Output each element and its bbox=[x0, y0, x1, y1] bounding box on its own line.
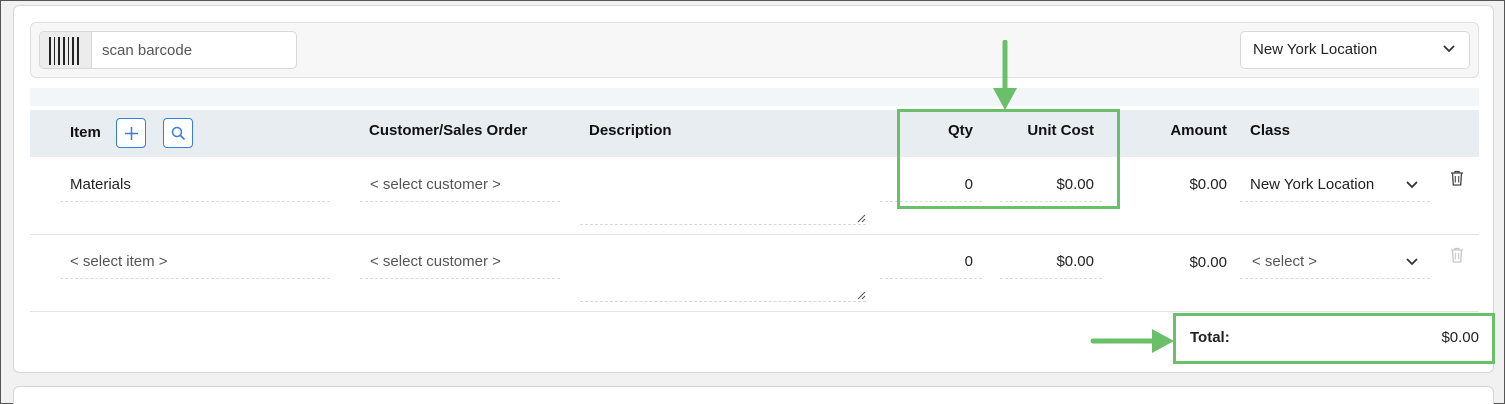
row2-amount: $0.00 bbox=[1189, 254, 1227, 271]
search-item-button[interactable] bbox=[163, 118, 193, 148]
row2-unit-cost[interactable]: $0.00 bbox=[1000, 253, 1094, 270]
chevron-down-icon[interactable] bbox=[1406, 181, 1418, 189]
row2-item-underline bbox=[60, 278, 330, 279]
chevron-down-icon bbox=[1443, 45, 1455, 53]
trash-icon[interactable] bbox=[1450, 170, 1464, 186]
row-divider bbox=[30, 311, 1479, 312]
plus-icon bbox=[125, 127, 138, 140]
row1-item-underline bbox=[60, 201, 330, 202]
location-select[interactable]: New York Location bbox=[1240, 31, 1470, 69]
location-select-value: New York Location bbox=[1253, 41, 1378, 58]
row1-class-select[interactable]: New York Location bbox=[1250, 176, 1374, 193]
row2-qty[interactable]: 0 bbox=[900, 253, 973, 270]
table-header-top bbox=[30, 88, 1479, 106]
row2-description-textarea[interactable] bbox=[580, 236, 866, 302]
row1-item[interactable]: Materials bbox=[70, 176, 131, 193]
column-header-amount: Amount bbox=[1170, 122, 1227, 139]
toolbar: New York Location bbox=[30, 22, 1479, 78]
resize-grip-icon[interactable] bbox=[857, 291, 866, 300]
row2-item-select[interactable]: < select item > bbox=[70, 253, 168, 270]
row1-customer-underline bbox=[360, 201, 560, 202]
row1-customer-select[interactable]: < select customer > bbox=[370, 176, 501, 193]
row1-description-textarea[interactable] bbox=[580, 159, 866, 225]
row2-customer-underline bbox=[360, 278, 560, 279]
arrow-down-icon bbox=[993, 40, 1017, 110]
row2-class-underline bbox=[1240, 278, 1430, 279]
row2-customer-select[interactable]: < select customer > bbox=[370, 253, 501, 270]
resize-grip-icon[interactable] bbox=[857, 214, 866, 223]
row2-qty-underline bbox=[880, 278, 982, 279]
qty-unit-cost-highlight-box bbox=[897, 109, 1120, 209]
row2-unit-cost-underline bbox=[1000, 278, 1102, 279]
row2-class-select[interactable]: < select > bbox=[1252, 253, 1317, 270]
trash-icon[interactable] bbox=[1450, 247, 1464, 263]
row1-amount: $0.00 bbox=[1189, 176, 1227, 193]
barcode-field[interactable] bbox=[39, 31, 297, 69]
column-header-customer: Customer/Sales Order bbox=[369, 122, 528, 139]
column-header-class: Class bbox=[1250, 122, 1291, 139]
total-highlight-box bbox=[1173, 313, 1495, 364]
search-icon bbox=[171, 126, 186, 141]
barcode-input[interactable] bbox=[96, 32, 294, 68]
chevron-down-icon[interactable] bbox=[1406, 258, 1418, 266]
add-item-button[interactable] bbox=[116, 118, 146, 148]
lower-panel bbox=[13, 386, 1494, 404]
arrow-right-icon bbox=[1090, 329, 1174, 353]
row-divider bbox=[30, 234, 1479, 235]
barcode-icon bbox=[40, 32, 92, 68]
row1-class-underline bbox=[1240, 201, 1430, 202]
column-header-description: Description bbox=[589, 122, 672, 139]
column-header-item: Item bbox=[70, 124, 101, 141]
